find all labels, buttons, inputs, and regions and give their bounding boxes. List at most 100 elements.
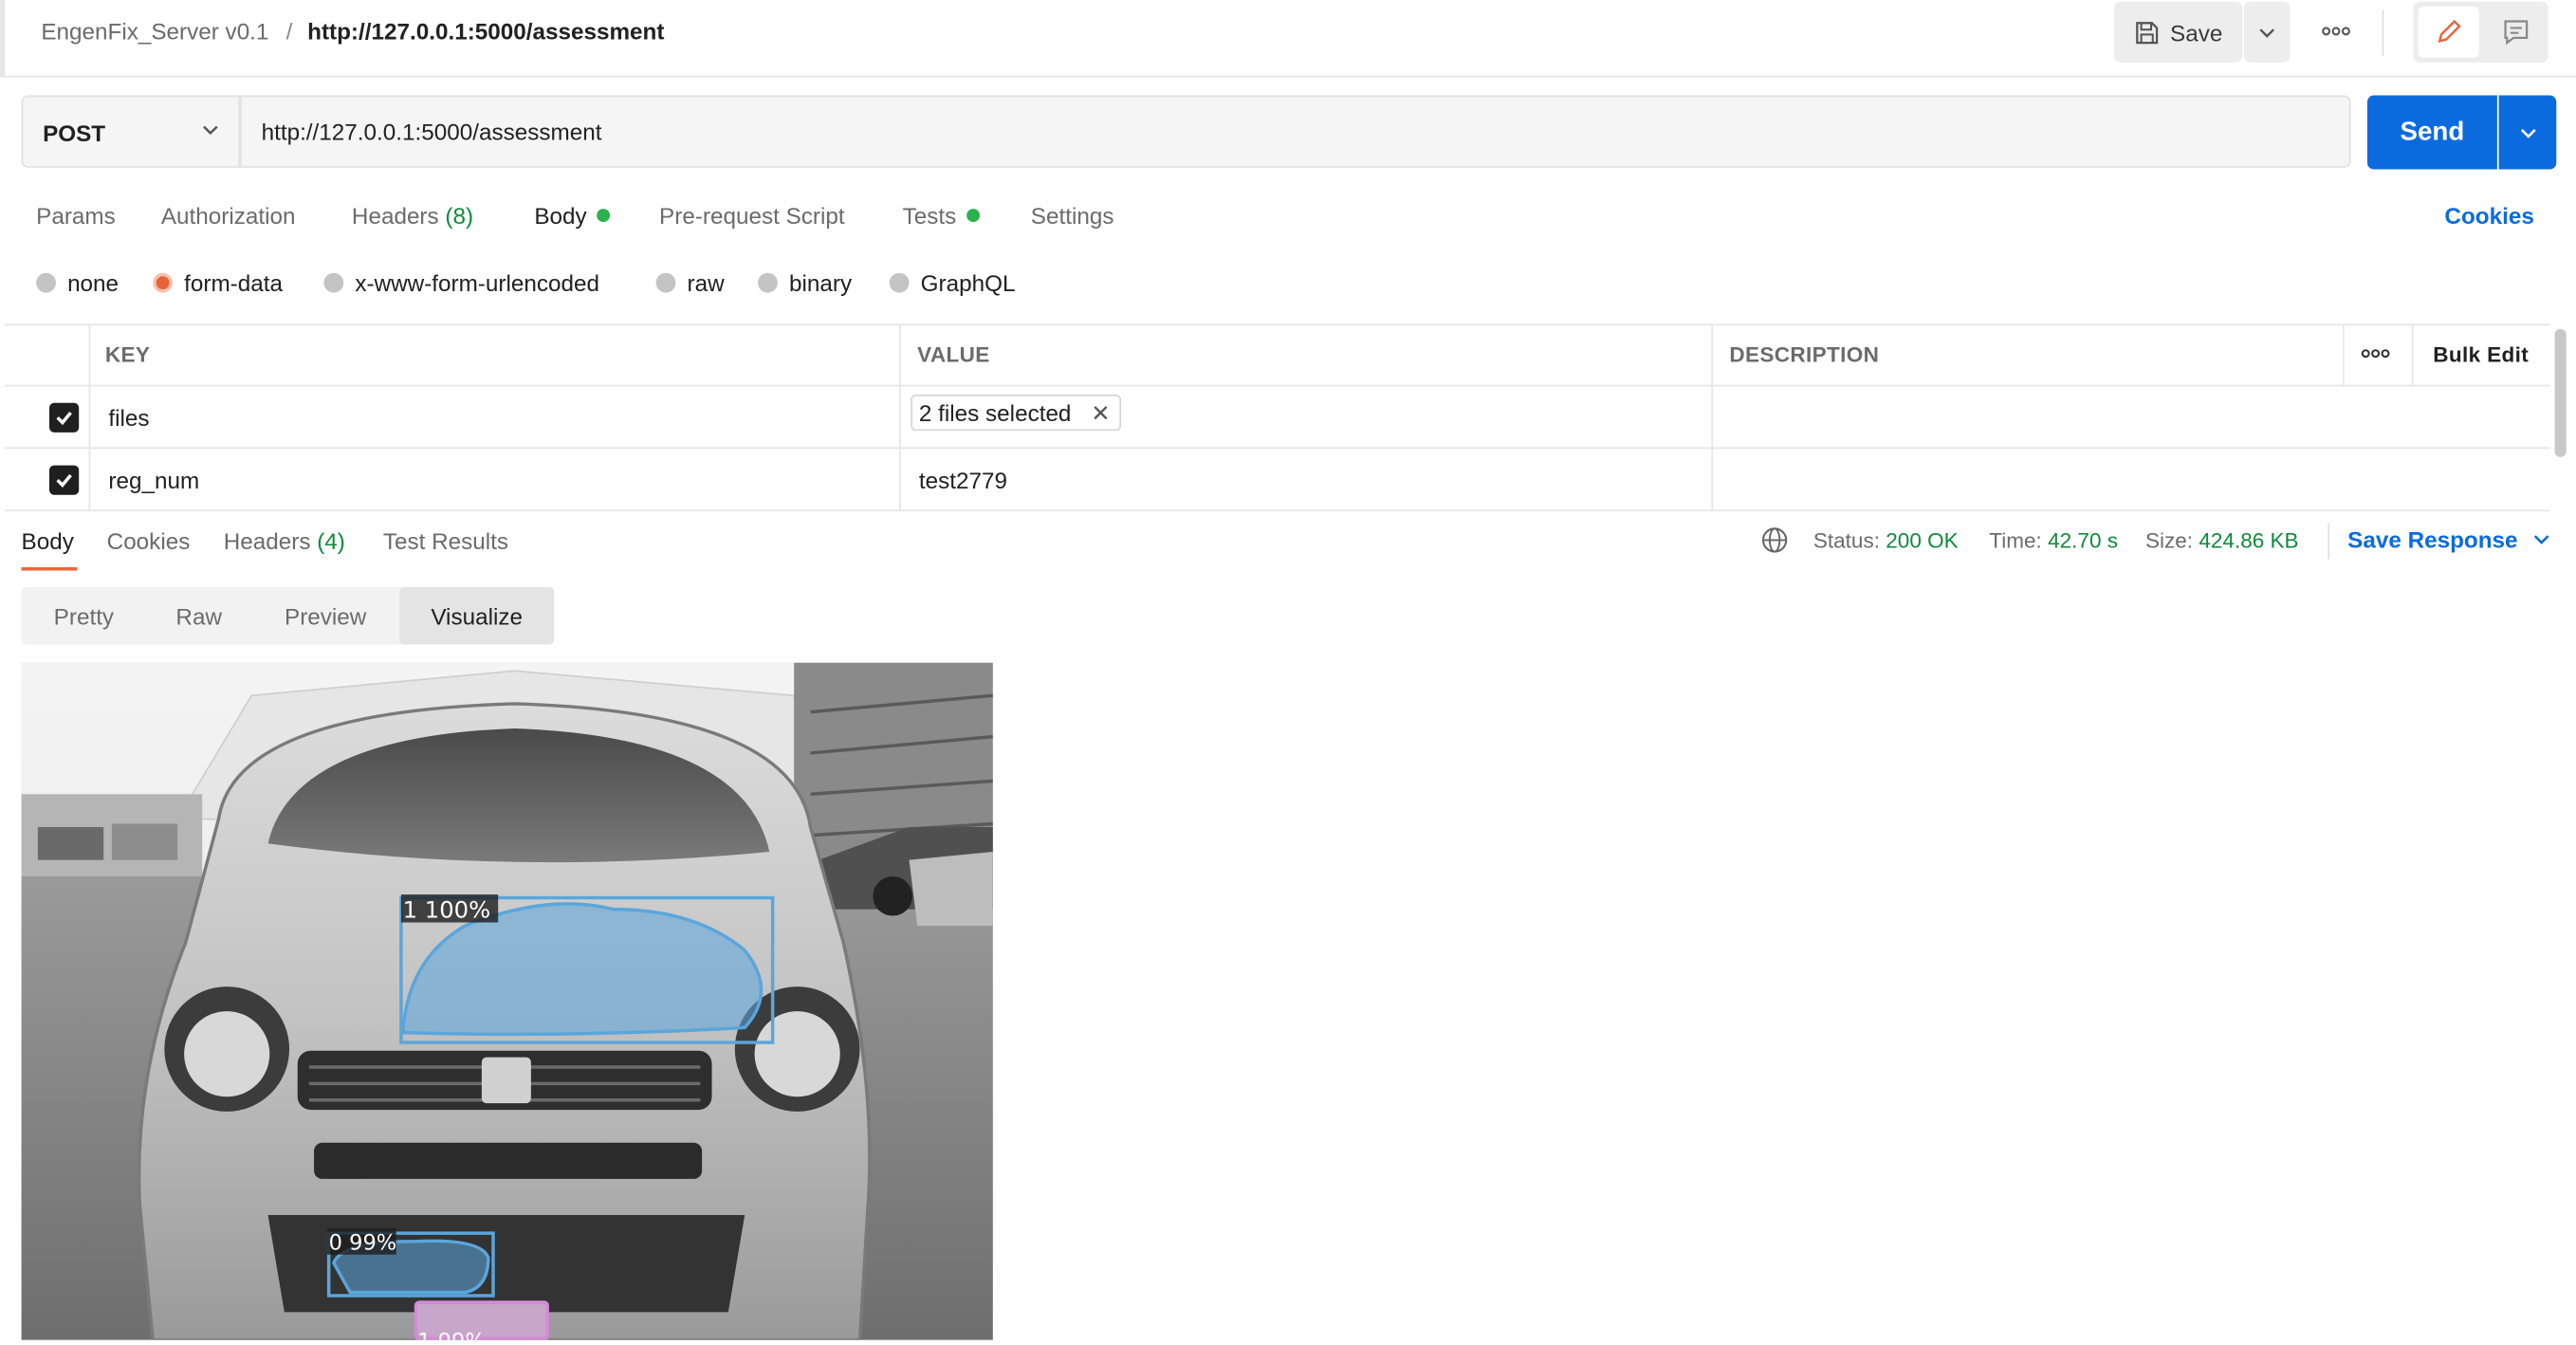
file-selection-chip[interactable]: 2 files selected ✕ [911, 395, 1122, 432]
body-type-none[interactable]: none [36, 269, 119, 296]
response-status[interactable]: Status: 200 OK [1813, 527, 1959, 552]
response-size[interactable]: Size: 424.86 KB [2145, 527, 2299, 552]
tab-body[interactable]: Body [534, 202, 610, 229]
body-type-label: raw [687, 269, 725, 297]
more-actions-button[interactable] [2313, 13, 2360, 49]
status-value: 200 OK [1886, 527, 1959, 553]
radio-icon [889, 272, 910, 293]
chevron-down-icon [2532, 535, 2548, 544]
row-key-files[interactable]: files [108, 404, 149, 431]
tab-params[interactable]: Params [36, 202, 116, 229]
table-options-button[interactable] [2361, 342, 2390, 374]
tab-headers[interactable]: Headers (8) [352, 202, 473, 229]
detection-label: 1 99% [417, 1329, 486, 1339]
table-border [5, 447, 2550, 450]
save-response-button[interactable]: Save Response [2347, 525, 2550, 553]
table-border [2342, 323, 2345, 387]
edit-mode-button[interactable] [2418, 6, 2479, 58]
status-dot [966, 209, 980, 223]
table-border [5, 384, 2550, 387]
check-icon [56, 473, 72, 488]
body-type-urlencoded[interactable]: x-www-form-urlencoded [323, 269, 599, 296]
tab-tests-label: Tests [902, 202, 957, 229]
row-checkbox[interactable] [48, 465, 80, 495]
breadcrumb-collection[interactable]: EngenFix_Server v0.1 [41, 18, 268, 45]
detection-label: 1 100% [403, 895, 490, 923]
view-mode-selector: Pretty Raw Preview Visualize [21, 586, 555, 645]
row-key-reg-num[interactable]: reg_num [108, 467, 199, 493]
status-label: Status: [1812, 527, 1880, 553]
tab-body-label: Body [534, 202, 587, 229]
chevron-down-icon [2259, 28, 2275, 37]
table-border [1711, 323, 1714, 512]
save-response-label: Save Response [2347, 525, 2518, 553]
table-border [5, 323, 2550, 326]
check-icon [56, 411, 72, 426]
method-select[interactable]: POST [21, 95, 241, 168]
save-options-button[interactable] [2243, 1, 2291, 63]
body-type-raw[interactable]: raw [655, 269, 725, 297]
tab-tests[interactable]: Tests [903, 202, 980, 229]
table-border [899, 323, 901, 512]
car-photo: 1 100% 0 99% 1 99% [21, 662, 993, 1340]
table-border [2411, 323, 2414, 387]
tab-settings[interactable]: Settings [1031, 202, 1114, 229]
body-type-label: binary [788, 269, 853, 297]
response-tab-cookies[interactable]: Cookies [107, 527, 191, 554]
body-type-binary[interactable]: binary [758, 269, 852, 296]
response-tab-test-results[interactable]: Test Results [383, 527, 508, 554]
response-tab-body[interactable]: Body [22, 527, 74, 554]
view-mode-visualize[interactable]: Visualize [399, 586, 555, 645]
save-icon [2136, 21, 2159, 44]
bulk-edit-button[interactable]: Bulk Edit [2433, 342, 2529, 367]
toolbar-divider [2382, 9, 2384, 56]
method-label: POST [43, 120, 106, 147]
view-mode-preview[interactable]: Preview [251, 587, 399, 645]
response-tab-headers-label: Headers [223, 527, 311, 555]
send-button[interactable]: Send [2366, 95, 2497, 170]
pencil-icon [2438, 19, 2461, 44]
size-value: 424.86 KB [2199, 527, 2299, 553]
comment-icon [2504, 20, 2529, 46]
size-label: Size: [2144, 527, 2194, 553]
row-value-reg-num[interactable]: test2779 [919, 467, 1007, 493]
body-type-label: form-data [184, 269, 283, 297]
send-options-button[interactable] [2498, 95, 2557, 170]
cookies-link[interactable]: Cookies [2444, 202, 2533, 229]
table-scrollbar[interactable] [2554, 328, 2567, 457]
top-bar: EngenFix_Server v0.1 / http://127.0.0.1:… [0, 0, 2576, 78]
comments-button[interactable] [2486, 7, 2547, 58]
close-icon[interactable]: ✕ [1091, 398, 1110, 426]
tab-pre-request-script[interactable]: Pre-request Script [659, 202, 845, 229]
body-type-label: none [67, 269, 120, 297]
url-text: http://127.0.0.1:5000/assessment [261, 118, 602, 145]
radio-icon [758, 272, 778, 293]
body-type-graphql[interactable]: GraphQL [889, 269, 1016, 297]
damage-detection-image: 1 100% 0 99% 1 99% [21, 662, 993, 1340]
response-time[interactable]: Time: 42.70 s [1989, 527, 2118, 552]
app-window: EngenFix_Server v0.1 / http://127.0.0.1:… [0, 0, 2576, 1345]
tab-authorization[interactable]: Authorization [161, 202, 296, 229]
globe-icon[interactable] [1760, 526, 1788, 562]
time-value: 42.70 s [2048, 527, 2119, 553]
view-mode-pretty[interactable]: Pretty [22, 587, 147, 645]
body-type-label: GraphQL [920, 269, 1016, 297]
view-mode-raw[interactable]: Raw [146, 587, 251, 645]
response-tab-headers[interactable]: Headers (4) [224, 527, 345, 554]
row-checkbox[interactable] [48, 402, 80, 433]
meta-divider [2328, 523, 2330, 560]
breadcrumb-request[interactable]: http://127.0.0.1:5000/assessment [307, 18, 664, 45]
active-tab-underline [21, 567, 78, 571]
url-input[interactable]: http://127.0.0.1:5000/assessment [240, 95, 2351, 168]
breadcrumb-separator: / [285, 18, 293, 45]
body-type-form-data[interactable]: form-data [153, 269, 283, 296]
save-button[interactable]: Save [2114, 1, 2243, 63]
table-border [88, 323, 91, 512]
status-dot [597, 209, 610, 223]
save-label: Save [2170, 18, 2223, 46]
radio-icon [655, 272, 676, 293]
column-header-value: VALUE [917, 341, 990, 367]
form-data-table: KEY VALUE DESCRIPTION Bulk Edit files 2 … [5, 323, 2550, 512]
tab-headers-label: Headers [351, 202, 439, 229]
mode-toggle [2413, 1, 2548, 63]
